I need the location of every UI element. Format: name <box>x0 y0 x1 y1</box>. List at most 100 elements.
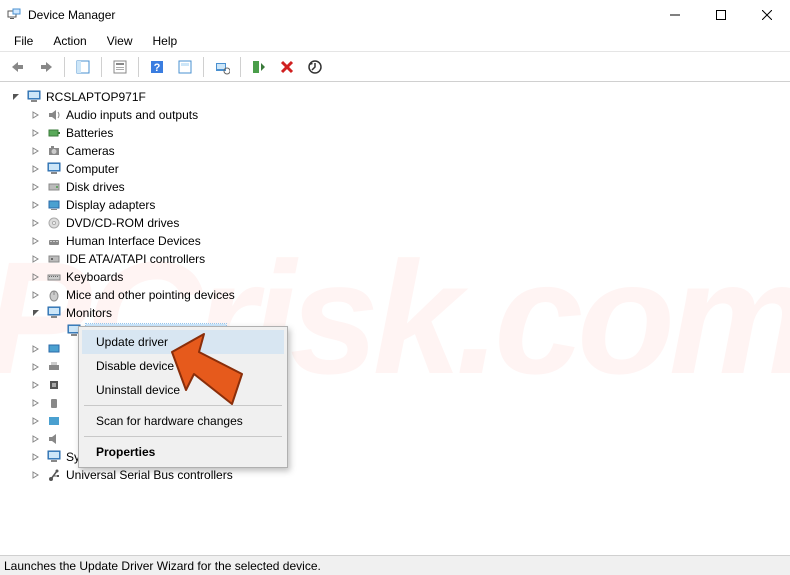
titlebar: Device Manager <box>0 0 790 30</box>
tree-node-usb[interactable]: Universal Serial Bus controllers <box>6 466 790 484</box>
tree-node-label: Human Interface Devices <box>66 234 201 248</box>
chevron-right-icon[interactable] <box>30 451 42 463</box>
update-driver-button[interactable] <box>303 55 327 79</box>
ctx-update-driver[interactable]: Update driver <box>82 330 284 354</box>
tree-node-disk-drives[interactable]: Disk drives <box>6 178 790 196</box>
ctx-separator <box>84 405 282 406</box>
chevron-right-icon[interactable] <box>30 379 42 391</box>
sound-icon <box>46 431 62 447</box>
hid-icon <box>46 233 62 249</box>
monitor-icon <box>46 305 62 321</box>
back-button[interactable] <box>6 55 30 79</box>
computer-icon <box>46 161 62 177</box>
tree-node-label: Computer <box>66 162 119 176</box>
properties-button[interactable] <box>108 55 132 79</box>
app-icon <box>6 7 22 23</box>
menu-help[interactable]: Help <box>143 31 188 51</box>
chevron-right-icon[interactable] <box>30 163 42 175</box>
usb-icon <box>46 467 62 483</box>
chevron-right-icon[interactable] <box>30 469 42 481</box>
svg-text:?: ? <box>154 62 161 74</box>
show-hide-tree-button[interactable] <box>71 55 95 79</box>
security-icon <box>46 395 62 411</box>
toolbar-separator <box>101 57 102 77</box>
window-title: Device Manager <box>28 8 652 22</box>
forward-button[interactable] <box>34 55 58 79</box>
tree-node-computer[interactable]: Computer <box>6 160 790 178</box>
chevron-down-icon[interactable] <box>10 91 22 103</box>
ctx-properties[interactable]: Properties <box>82 440 284 464</box>
tree-node-label: IDE ATA/ATAPI controllers <box>66 252 205 266</box>
enable-device-button[interactable] <box>247 55 271 79</box>
chevron-right-icon[interactable] <box>30 361 42 373</box>
help-button[interactable]: ? <box>145 55 169 79</box>
menu-view[interactable]: View <box>97 31 143 51</box>
ctx-scan-hardware[interactable]: Scan for hardware changes <box>82 409 284 433</box>
action-button[interactable] <box>173 55 197 79</box>
tree-node-dvd[interactable]: DVD/CD-ROM drives <box>6 214 790 232</box>
tree-node-mice[interactable]: Mice and other pointing devices <box>6 286 790 304</box>
chevron-right-icon[interactable] <box>30 253 42 265</box>
chevron-right-icon[interactable] <box>30 145 42 157</box>
software-icon <box>46 413 62 429</box>
controller-icon <box>46 251 62 267</box>
tree-node-label: Mice and other pointing devices <box>66 288 235 302</box>
tree-node-label: Cameras <box>66 144 115 158</box>
menu-action[interactable]: Action <box>43 31 96 51</box>
system-icon <box>46 449 62 465</box>
chevron-right-icon[interactable] <box>30 217 42 229</box>
content-area: PCrisk.com RCSLAPTOP971F Audio inputs an… <box>0 82 790 554</box>
tree-node-label: Display adapters <box>66 198 155 212</box>
statusbar: Launches the Update Driver Wizard for th… <box>0 555 790 575</box>
tree-node-label: Audio inputs and outputs <box>66 108 198 122</box>
mouse-icon <box>46 287 62 303</box>
chevron-right-icon[interactable] <box>30 235 42 247</box>
ctx-uninstall-device[interactable]: Uninstall device <box>82 378 284 402</box>
uninstall-device-button[interactable] <box>275 55 299 79</box>
tree-node-monitors[interactable]: Monitors <box>6 304 790 322</box>
minimize-button[interactable] <box>652 0 698 30</box>
spacer <box>50 325 62 337</box>
chevron-right-icon[interactable] <box>30 289 42 301</box>
tree-node-label: Monitors <box>66 306 112 320</box>
scan-hardware-button[interactable] <box>210 55 234 79</box>
chevron-down-icon[interactable] <box>30 307 42 319</box>
chevron-right-icon[interactable] <box>30 199 42 211</box>
tree-node-audio[interactable]: Audio inputs and outputs <box>6 106 790 124</box>
chevron-right-icon[interactable] <box>30 397 42 409</box>
keyboard-icon <box>46 269 62 285</box>
statusbar-text: Launches the Update Driver Wizard for th… <box>4 559 321 573</box>
tree-node-ide[interactable]: IDE ATA/ATAPI controllers <box>6 250 790 268</box>
maximize-button[interactable] <box>698 0 744 30</box>
toolbar-separator <box>64 57 65 77</box>
camera-icon <box>46 143 62 159</box>
chevron-right-icon[interactable] <box>30 271 42 283</box>
print-queue-icon <box>46 359 62 375</box>
tree-node-display-adapters[interactable]: Display adapters <box>6 196 790 214</box>
tree-node-batteries[interactable]: Batteries <box>6 124 790 142</box>
chevron-right-icon[interactable] <box>30 415 42 427</box>
menu-file[interactable]: File <box>4 31 43 51</box>
tree-node-hid[interactable]: Human Interface Devices <box>6 232 790 250</box>
toolbar-separator <box>240 57 241 77</box>
tree-node-cameras[interactable]: Cameras <box>6 142 790 160</box>
tree-node-label: Keyboards <box>66 270 123 284</box>
tree-node-keyboards[interactable]: Keyboards <box>6 268 790 286</box>
chevron-right-icon[interactable] <box>30 127 42 139</box>
menubar: File Action View Help <box>0 30 790 52</box>
display-adapter-icon <box>46 197 62 213</box>
chevron-right-icon[interactable] <box>30 343 42 355</box>
speaker-icon <box>46 107 62 123</box>
chevron-right-icon[interactable] <box>30 109 42 121</box>
processor-icon <box>46 377 62 393</box>
close-button[interactable] <box>744 0 790 30</box>
chevron-right-icon[interactable] <box>30 433 42 445</box>
ctx-separator <box>84 436 282 437</box>
dvd-icon <box>46 215 62 231</box>
tree-root[interactable]: RCSLAPTOP971F <box>6 88 790 106</box>
chevron-right-icon[interactable] <box>30 181 42 193</box>
ctx-disable-device[interactable]: Disable device <box>82 354 284 378</box>
toolbar-separator <box>203 57 204 77</box>
tree-node-label: Batteries <box>66 126 113 140</box>
context-menu: Update driver Disable device Uninstall d… <box>78 326 288 468</box>
